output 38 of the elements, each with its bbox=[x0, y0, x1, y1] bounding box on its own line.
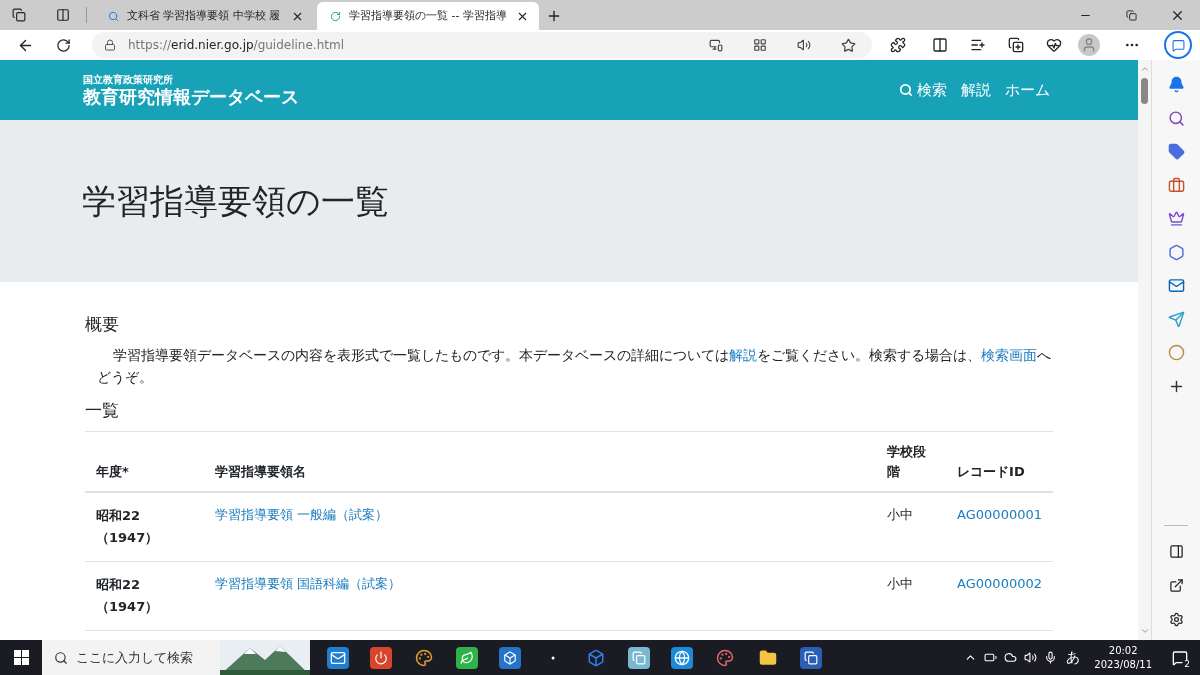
section-heading: 概要 bbox=[85, 313, 119, 336]
nav-link[interactable]: 検索 bbox=[899, 78, 947, 102]
browser-tab[interactable]: 学習指導要領の一覧 -- 学習指導 bbox=[317, 2, 539, 30]
address-bar[interactable]: https://erid.nier.go.jp/guideline.html bbox=[92, 32, 872, 58]
year-cell-text: 昭和22 bbox=[96, 576, 141, 594]
search-page-link[interactable]: 検索画面 bbox=[981, 346, 1037, 363]
page-title: 学習指導要領の一覧 bbox=[82, 179, 389, 223]
school-level-cell: 小中 bbox=[887, 576, 914, 591]
tab-title: 学習指導要領の一覧 -- 学習指導 bbox=[349, 7, 507, 24]
year-cell-text: （1947） bbox=[96, 598, 159, 616]
search-placeholder: ここに入力して検索 bbox=[76, 648, 193, 667]
record-id-link[interactable]: AG00000001 bbox=[957, 507, 1042, 522]
org-name: 国立教育政策研究所 bbox=[83, 74, 174, 85]
taskbar-search-field[interactable]: ここに入力して検索 bbox=[42, 640, 310, 675]
ime-indicator[interactable]: あ bbox=[1066, 647, 1081, 668]
year-cell-text: 昭和22 bbox=[96, 507, 141, 525]
nav-link[interactable]: ホーム bbox=[1005, 78, 1050, 102]
nav-link[interactable]: 解説 bbox=[961, 78, 991, 102]
guideline-link[interactable]: 学習指導要領 一般編（試案） bbox=[215, 507, 389, 522]
column-header: 学習指導要領名 bbox=[215, 463, 306, 479]
column-header: 年度* bbox=[96, 463, 129, 479]
overview-paragraph: 学習指導要領データベースの内容を表形式で一覧したものです。本データベースの詳細については解説をご覧ください。検索する場合は、検索画面へどうぞ。 bbox=[96, 345, 1052, 387]
column-header: 学校段階 bbox=[887, 444, 927, 479]
record-id-link[interactable]: AG00000002 bbox=[957, 576, 1042, 591]
tab-title: 文科省 学習指導要領 中学校 履 bbox=[127, 7, 281, 24]
section-heading: 一覧 bbox=[85, 398, 119, 422]
clock-date: 2023/08/11 bbox=[1094, 657, 1152, 672]
explanation-link[interactable]: 解説 bbox=[729, 346, 757, 363]
browser-tab[interactable]: 文科省 学習指導要領 中学校 履 bbox=[95, 2, 317, 30]
notification-button[interactable]: 2 bbox=[1160, 640, 1200, 675]
url-text: https://erid.nier.go.jp/guideline.html bbox=[128, 37, 345, 54]
clock-time: 20:02 bbox=[1108, 643, 1138, 658]
year-cell-text: （1947） bbox=[96, 529, 159, 547]
guideline-link[interactable]: 学習指導要領 国語科編（試案） bbox=[215, 576, 402, 591]
school-level-cell: 小中 bbox=[887, 507, 914, 522]
column-header: レコードID bbox=[957, 463, 1025, 479]
notification-count: 2 bbox=[1182, 660, 1192, 669]
site-logo[interactable]: 教育研究情報データベース bbox=[83, 87, 299, 106]
